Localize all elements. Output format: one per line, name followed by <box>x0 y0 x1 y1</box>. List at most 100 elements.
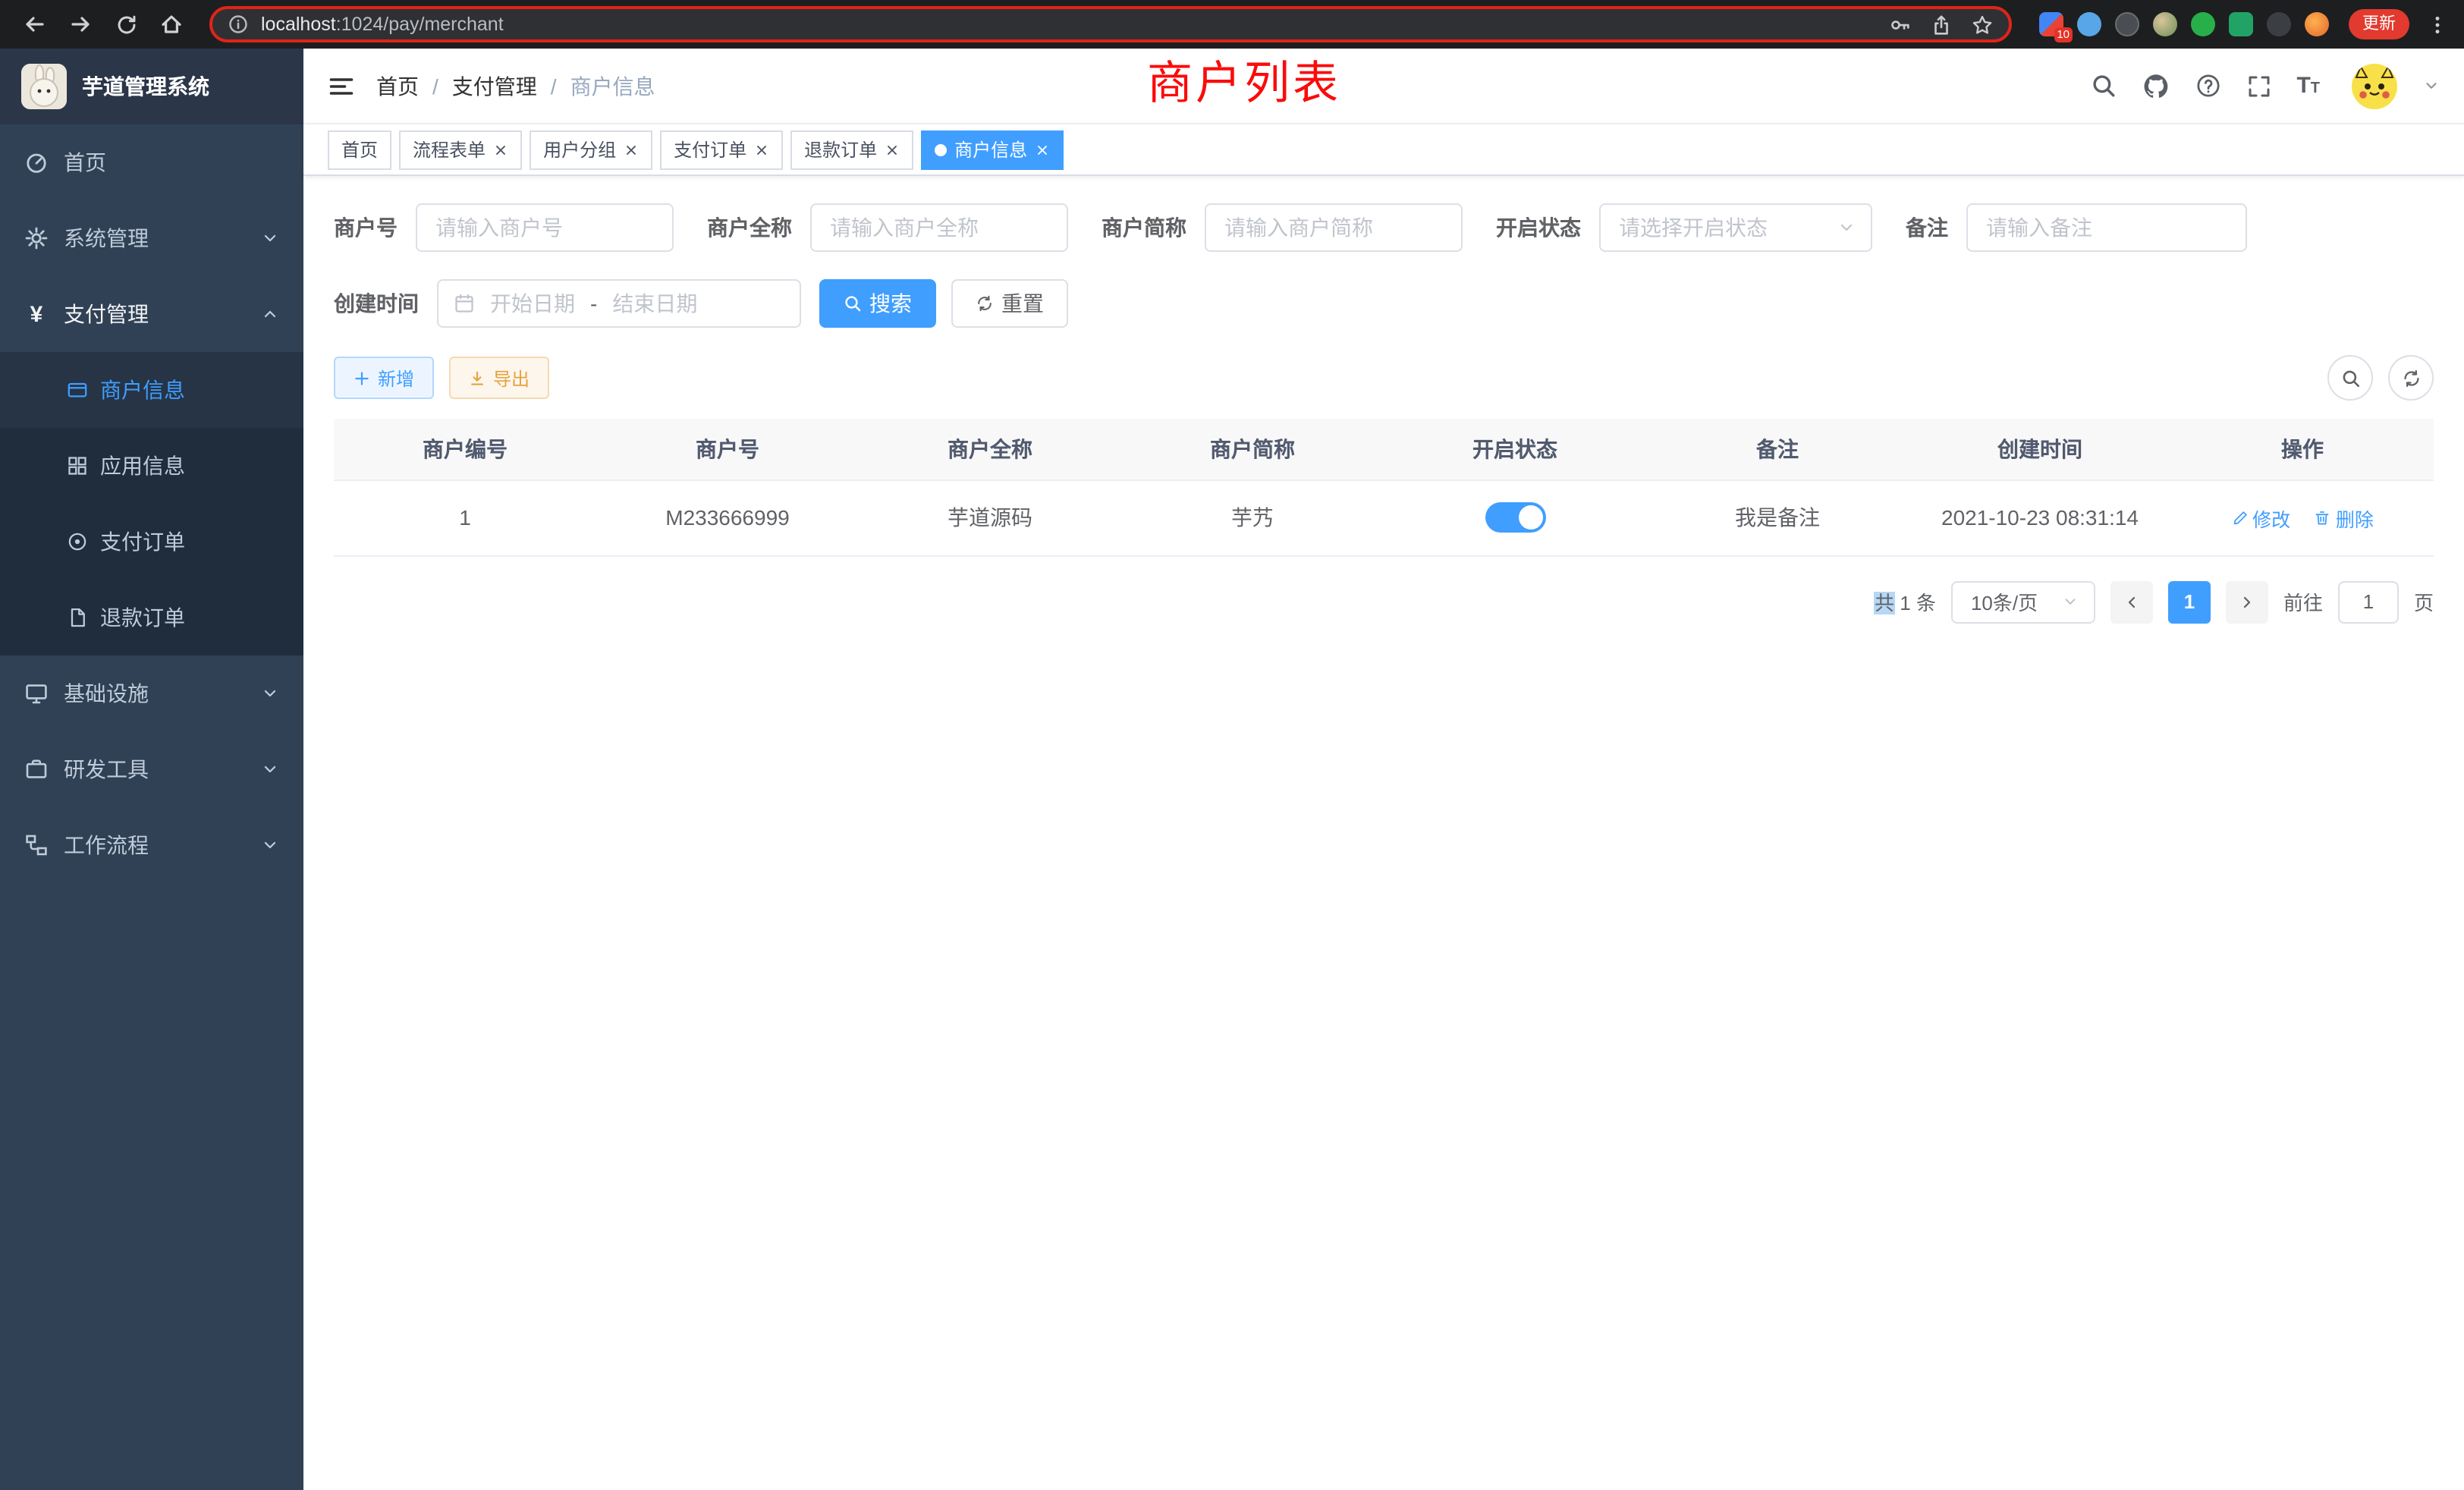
close-icon[interactable] <box>1035 142 1050 157</box>
browser-menu-icon[interactable] <box>2426 13 2449 36</box>
tab-user-group[interactable]: 用户分组 <box>530 130 652 169</box>
pikachu-avatar-icon <box>2352 63 2397 108</box>
search-icon[interactable] <box>2090 73 2116 99</box>
page-size-select[interactable]: 10条/页 <box>1951 580 2095 623</box>
extension-icon-3[interactable] <box>2115 12 2139 36</box>
status-select[interactable]: 请选择开启状态 <box>1599 203 1872 252</box>
sidebar-logo[interactable]: 芋道管理系统 <box>0 49 303 124</box>
chevron-down-icon <box>261 229 279 247</box>
chevron-down-icon <box>261 836 279 854</box>
remark-input[interactable] <box>1966 203 2247 252</box>
chrome-update-button[interactable]: 更新 <box>2349 9 2409 39</box>
select-placeholder: 请选择开启状态 <box>1619 212 1837 243</box>
tab-pay-order[interactable]: 支付订单 <box>660 130 783 169</box>
cell-remark: 我是备注 <box>1646 479 1909 555</box>
user-avatar[interactable] <box>2352 63 2397 108</box>
short-name-input[interactable] <box>1205 203 1463 252</box>
site-info-icon[interactable] <box>228 14 249 35</box>
github-icon[interactable] <box>2142 72 2169 99</box>
back-icon <box>23 12 47 36</box>
browser-home-button[interactable] <box>152 5 191 44</box>
search-button[interactable]: 搜索 <box>819 279 936 328</box>
tab-merchant-info[interactable]: 商户信息 <box>921 130 1064 169</box>
cell-create-time: 2021-10-23 08:31:14 <box>1909 479 2171 555</box>
share-icon[interactable] <box>1930 13 1953 36</box>
sidebar-item-home[interactable]: 首页 <box>0 124 303 200</box>
export-button[interactable]: 导出 <box>449 357 549 399</box>
add-button[interactable]: 新增 <box>334 357 434 399</box>
plus-icon <box>354 369 370 386</box>
status-toggle[interactable] <box>1485 502 1545 533</box>
close-icon[interactable] <box>624 142 639 157</box>
navbar: 首页 / 支付管理 / 商户信息 商户列表 TT <box>303 49 2464 124</box>
sidebar-item-workflow[interactable]: 工作流程 <box>0 807 303 883</box>
filter-create-time: 创建时间 开始日期 - 结束日期 <box>334 279 801 328</box>
tab-refund-order[interactable]: 退款订单 <box>790 130 913 169</box>
close-icon[interactable] <box>493 142 508 157</box>
url-bar[interactable]: localhost:1024/pay/merchant <box>209 6 2012 42</box>
close-icon[interactable] <box>885 142 900 157</box>
url-text: localhost:1024/pay/merchant <box>261 14 504 35</box>
extension-icon-5[interactable] <box>2191 12 2215 36</box>
browser-reload-button[interactable] <box>106 5 146 44</box>
create-time-range-picker[interactable]: 开始日期 - 结束日期 <box>437 279 801 328</box>
tab-home[interactable]: 首页 <box>328 130 391 169</box>
sidebar-item-payment[interactable]: ¥ 支付管理 <box>0 276 303 352</box>
filter-label: 备注 <box>1906 212 1948 243</box>
grid-icon <box>67 455 88 476</box>
fullscreen-icon[interactable] <box>2246 74 2271 98</box>
filter-remark: 备注 <box>1906 203 2247 252</box>
sidebar-item-infra[interactable]: 基础设施 <box>0 655 303 731</box>
profile-avatar-icon[interactable] <box>2305 12 2329 36</box>
sidebar-toggle-button[interactable] <box>328 72 355 99</box>
extension-icon-1[interactable]: 10 <box>2039 12 2063 36</box>
sidebar-item-devtools[interactable]: 研发工具 <box>0 731 303 807</box>
next-page-button[interactable] <box>2226 580 2268 623</box>
close-icon[interactable] <box>754 142 769 157</box>
goto-page-input[interactable] <box>2338 580 2399 623</box>
extension-icon-2[interactable] <box>2077 12 2101 36</box>
cell-actions: 修改 删除 <box>2171 479 2434 555</box>
caret-down-icon[interactable] <box>2423 77 2440 94</box>
extension-icon-6[interactable] <box>2229 12 2253 36</box>
breadcrumb-item[interactable]: 首页 <box>376 71 419 101</box>
extension-icon-4[interactable] <box>2153 12 2177 36</box>
col-merchant-id: 商户编号 <box>334 419 596 479</box>
url-path: :1024/pay/merchant <box>336 14 504 35</box>
workflow-icon <box>24 833 49 857</box>
refresh-icon <box>976 294 994 313</box>
toggle-search-button[interactable] <box>2327 355 2373 401</box>
sidebar-item-refund-order[interactable]: 退款订单 <box>0 580 303 655</box>
password-key-icon[interactable] <box>1889 13 1912 36</box>
rabbit-logo-icon <box>21 64 67 109</box>
browser-forward-button[interactable] <box>61 5 100 44</box>
extension-icon-7[interactable] <box>2267 12 2291 36</box>
reset-button[interactable]: 重置 <box>951 279 1068 328</box>
payment-submenu: 商户信息 应用信息 支付订单 退款订单 <box>0 352 303 655</box>
breadcrumb-item[interactable]: 支付管理 <box>452 71 537 101</box>
filter-short-name: 商户简称 <box>1102 203 1463 252</box>
bookmark-star-icon[interactable] <box>1971 13 1994 36</box>
range-separator: - <box>590 291 597 316</box>
edit-button[interactable]: 修改 <box>2231 503 2290 532</box>
sidebar-item-merchant-info[interactable]: 商户信息 <box>0 352 303 428</box>
logo-avatar <box>21 64 67 109</box>
omnibox-actions <box>1889 13 1994 36</box>
delete-button[interactable]: 删除 <box>2315 503 2374 532</box>
tab-process-form[interactable]: 流程表单 <box>399 130 522 169</box>
font-size-icon[interactable]: TT <box>2296 74 2320 97</box>
merchant-no-input[interactable] <box>416 203 674 252</box>
app-window: 芋道管理系统 首页 系统管理 ¥ 支付管理 商户信息 <box>0 49 2464 1490</box>
page-number-button[interactable]: 1 <box>2168 580 2211 623</box>
sidebar-item-app-info[interactable]: 应用信息 <box>0 428 303 504</box>
chevron-down-icon <box>261 684 279 703</box>
refresh-table-button[interactable] <box>2388 355 2434 401</box>
browser-back-button[interactable] <box>15 5 55 44</box>
help-icon[interactable] <box>2195 73 2220 99</box>
col-actions: 操作 <box>2171 419 2434 479</box>
sidebar-item-label: 支付订单 <box>100 527 185 557</box>
sidebar-item-system[interactable]: 系统管理 <box>0 200 303 276</box>
prev-page-button[interactable] <box>2110 580 2153 623</box>
full-name-input[interactable] <box>810 203 1068 252</box>
sidebar-item-pay-order[interactable]: 支付订单 <box>0 504 303 580</box>
